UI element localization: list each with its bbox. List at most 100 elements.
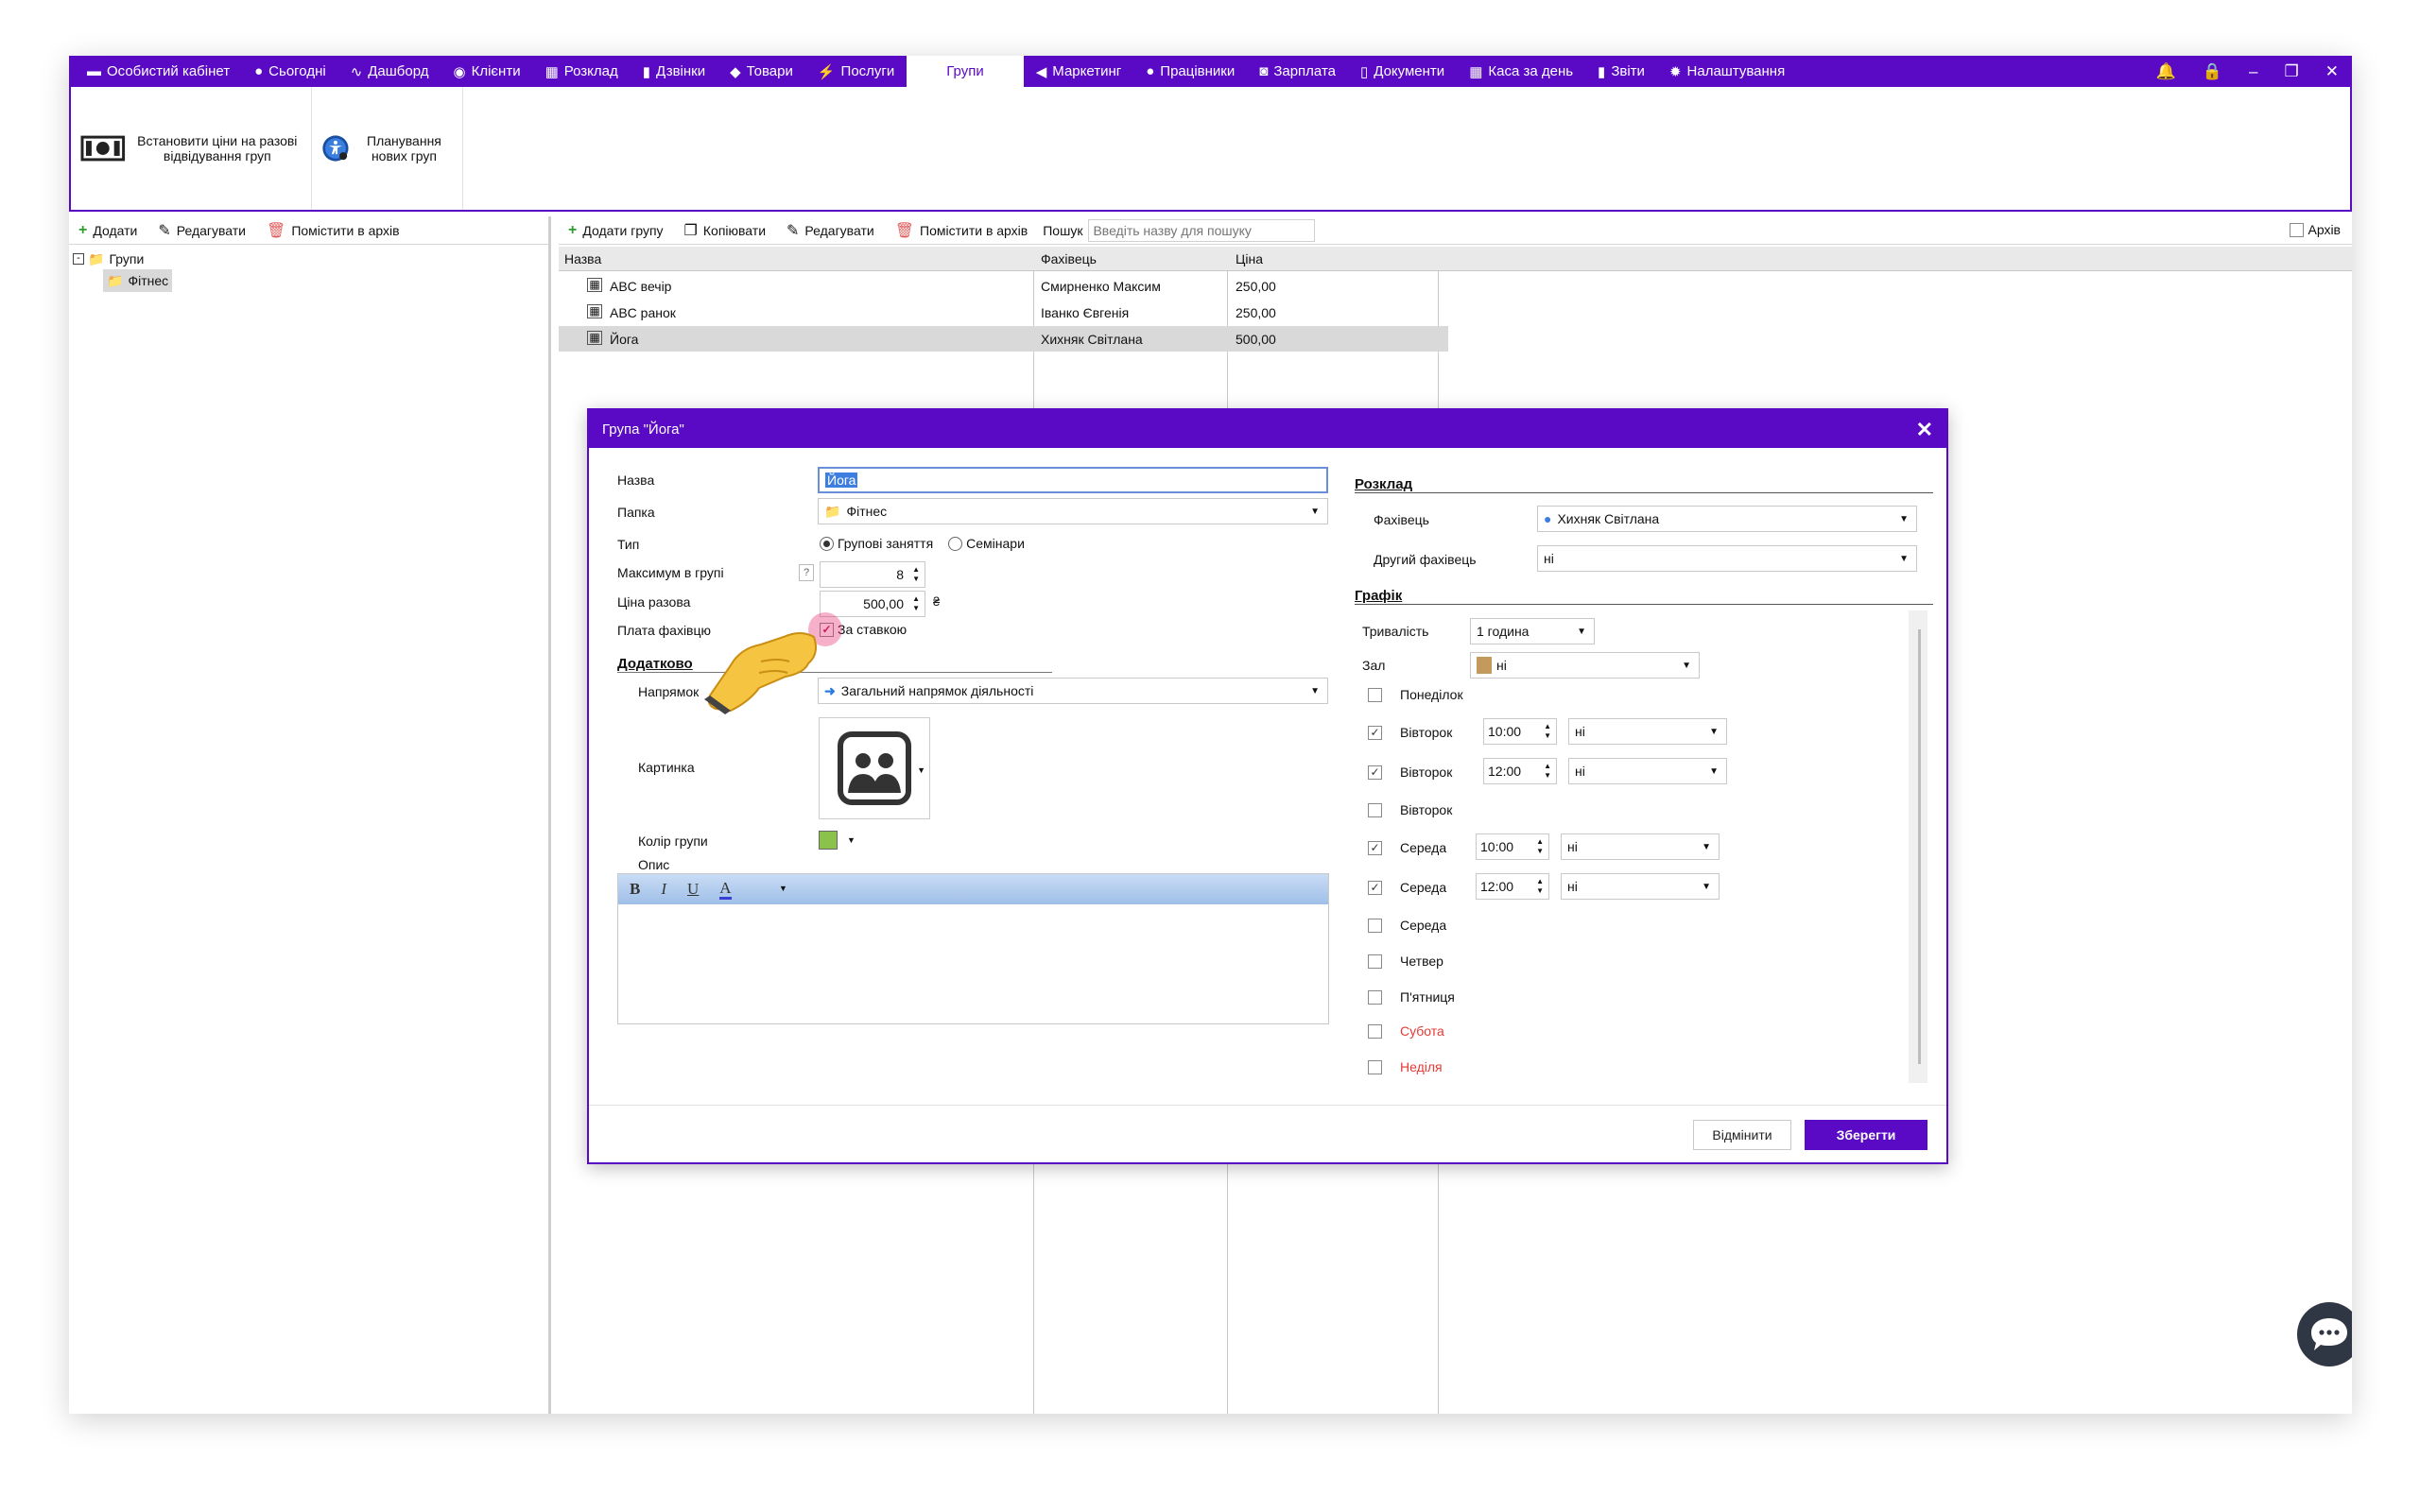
cancel-button[interactable]: Відмінити [1693,1120,1791,1150]
menu-item-12[interactable]: ▯ Документи [1348,56,1457,87]
duration-select[interactable]: 1 година ▼ [1470,618,1595,644]
chevron-down-icon[interactable]: ▼ [917,765,925,775]
stepper-arrows-icon[interactable]: ▲ ▼ [912,565,920,584]
day-checkbox[interactable]: ✓ [1368,765,1382,780]
tree-item-fitness[interactable]: 📁 Фітнес [103,269,173,292]
minimize-icon[interactable]: – [2249,62,2257,81]
day-room-select[interactable]: ні ▼ [1561,873,1720,900]
copy-button[interactable]: ❐ Копіювати [684,221,766,240]
day-time-stepper[interactable]: 10:00 ▲ ▼ [1483,718,1557,745]
close-icon[interactable]: ✕ [1916,418,1933,442]
archive-folder-button[interactable]: 🗑 Помістити в архів [267,221,400,240]
chevron-down-icon: ▼ [1899,554,1909,564]
max-stepper[interactable]: 8 ▲ ▼ [820,561,925,588]
day-checkbox[interactable] [1368,990,1382,1005]
day-room-select[interactable]: ні ▼ [1568,718,1727,745]
phone-icon: ▮ [642,63,651,80]
day-checkbox[interactable]: ✓ [1368,726,1382,740]
spec2-select[interactable]: ні ▼ [1537,545,1917,572]
add-group-button[interactable]: + Додати групу [568,222,664,239]
day-time-stepper[interactable]: 12:00 ▲ ▼ [1483,758,1557,784]
day-checkbox[interactable] [1368,1024,1382,1039]
archive-group-button[interactable]: 🗑 Помістити в архів [895,221,1028,240]
menu-item-14[interactable]: ▮ Звіти [1585,56,1657,87]
planning-button[interactable]: Планування нових груп [312,87,463,210]
price-stepper[interactable]: 500,00 ▲ ▼ [820,591,925,617]
day-time-stepper[interactable]: 12:00 ▲ ▼ [1476,873,1549,900]
menu-item-9[interactable]: ◀ Маркетинг [1024,56,1133,87]
day-checkbox[interactable] [1368,688,1382,702]
hall-select[interactable]: ні ▼ [1470,652,1700,679]
stepper-arrows-icon[interactable]: ▲ ▼ [1536,837,1544,856]
edit-group-button[interactable]: ✎ Редагувати [786,221,874,240]
day-checkbox[interactable] [1368,919,1382,933]
table-row[interactable]: ▦ ABC ранок Іванко Євгенія 250,00 [559,300,1448,325]
add-folder-button[interactable]: + Додати [78,222,137,239]
menu-item-10[interactable]: ● Працівники [1133,56,1247,87]
scrollbar[interactable] [1918,629,1921,1064]
tree-root[interactable]: - 📁 Групи [73,249,172,269]
folder-select[interactable]: 📁 Фітнес ▼ [818,498,1328,524]
col-header-specialist[interactable]: Фахівець [1041,251,1097,266]
copy-icon: ❐ [683,222,698,239]
menu-item-5[interactable]: ▮ Дзвінки [631,56,717,87]
day-checkbox[interactable] [1368,954,1382,969]
menu-item-7[interactable]: ⚡ Послуги [805,56,907,87]
day-checkbox[interactable]: ✓ [1368,841,1382,855]
radio-seminars[interactable] [948,536,963,551]
col-header-price[interactable]: Ціна [1236,251,1263,266]
folder-value: Фітнес [846,504,888,519]
menu-item-11[interactable]: ◙ Зарплата [1247,56,1348,87]
name-input[interactable]: Йога [818,467,1328,493]
edit-folder-button[interactable]: ✎ Редагувати [158,221,246,240]
day-label: Середа [1400,918,1447,933]
day-checkbox[interactable]: ✓ [1368,881,1382,895]
color-picker[interactable]: ▼ [819,827,868,853]
stepper-arrows-icon[interactable]: ▲ ▼ [912,594,920,613]
save-button[interactable]: Зберегти [1805,1120,1927,1150]
close-icon[interactable]: ✕ [2325,62,2339,81]
archive-filter[interactable]: Архів [2290,222,2341,237]
direction-select[interactable]: ➜ Загальний напрямок діяльності ▼ [818,678,1328,704]
day-room-select[interactable]: ні ▼ [1568,758,1727,784]
day-room-select[interactable]: ні ▼ [1561,833,1720,860]
search-input[interactable] [1088,218,1316,242]
font-color-button[interactable]: A [719,879,732,900]
chevron-down-icon: ▼ [1310,686,1320,696]
col-header-name[interactable]: Назва [564,251,601,266]
desc-editor[interactable]: B I U A ▼ [617,873,1329,1024]
set-prices-button[interactable]: Встановити ціни на разові відвідування г… [71,87,312,210]
menu-item-label: Особистий кабінет [107,63,231,79]
menu-item-15[interactable]: ✹ Налаштування [1657,56,1797,87]
menu-item-1[interactable]: ● Сьогодні [242,56,338,87]
stepper-arrows-icon[interactable]: ▲ ▼ [1544,722,1551,741]
menu-item-8[interactable]: Групи [907,56,1024,87]
menu-item-13[interactable]: ▦ Каса за день [1457,56,1585,87]
italic-button[interactable]: I [661,880,666,899]
menu-item-3[interactable]: ◉ Клієнти [441,56,532,87]
chevron-down-icon[interactable]: ▼ [779,884,787,893]
arrow-right-icon: ➜ [824,682,836,698]
table-row[interactable]: ▦ Йога Хихняк Світлана 500,00 [559,326,1448,352]
spec-select[interactable]: ● Хихняк Світлана ▼ [1537,506,1917,532]
stepper-arrows-icon[interactable]: ▲ ▼ [1544,762,1551,781]
collapse-icon[interactable]: - [73,253,84,265]
day-checkbox[interactable] [1368,803,1382,817]
underline-button[interactable]: U [687,880,699,899]
archive-checkbox[interactable] [2290,222,2305,237]
table-row[interactable]: ▦ ABC вечір Смирненко Максим 250,00 [559,273,1448,299]
menu-item-6[interactable]: ◆ Товари [717,56,805,87]
day-time-stepper[interactable]: 10:00 ▲ ▼ [1476,833,1549,860]
day-checkbox[interactable] [1368,1060,1382,1074]
bell-icon[interactable]: 🔔 [2156,62,2176,81]
picture-picker[interactable]: ▼ [819,717,930,819]
menu-item-4[interactable]: ▦ Розклад [533,56,631,87]
lock-icon[interactable]: 🔒 [2203,62,2222,81]
menu-item-0[interactable]: ▬ Особистий кабінет [75,56,242,87]
bold-button[interactable]: B [630,880,640,899]
stepper-arrows-icon[interactable]: ▲ ▼ [1536,877,1544,896]
help-icon[interactable]: ? [799,564,814,581]
radio-group-classes[interactable] [820,536,834,551]
restore-icon[interactable]: ❐ [2285,62,2299,81]
menu-item-2[interactable]: ∿ Дашборд [338,56,441,87]
